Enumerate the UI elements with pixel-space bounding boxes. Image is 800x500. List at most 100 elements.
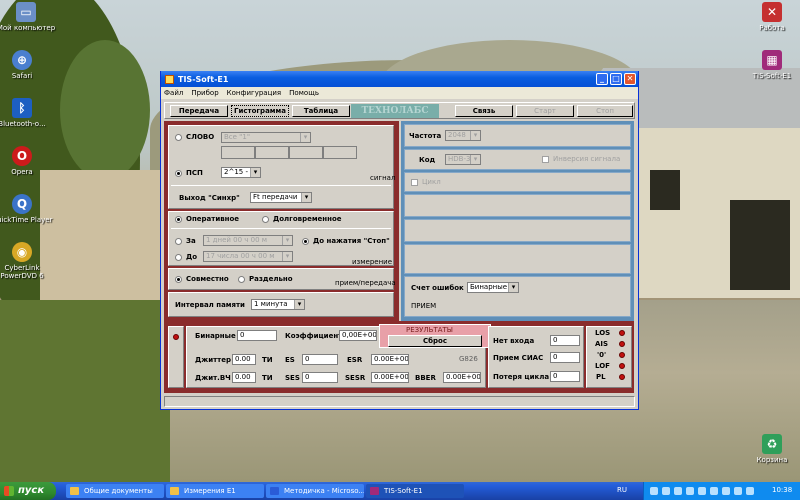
no-input-label: Нет входа	[493, 337, 535, 345]
word-cell-4[interactable]	[323, 146, 357, 159]
status-led	[173, 334, 179, 340]
cycle-checkbox[interactable]	[411, 179, 418, 186]
tab-table[interactable]: Таблица	[292, 105, 350, 117]
es-label: ES	[285, 356, 295, 364]
desktop-icon-label: Работа	[759, 24, 785, 32]
separate-radio[interactable]	[238, 276, 245, 283]
language-indicator[interactable]: RU	[617, 486, 627, 494]
code-row: Код HDB-3 Инверсия сигнала	[404, 149, 631, 170]
jitter-unit: TИ	[262, 356, 273, 364]
desktop-icon-powerdvd[interactable]: ◉ CyberLink PowerDVD 6	[0, 242, 54, 280]
memory-interval-select[interactable]: 1 минута	[251, 299, 305, 310]
binary-label: Бинарные	[195, 332, 236, 340]
wallpaper-wall	[40, 170, 160, 310]
taskbar: пуск Общие документы Измерения E1 Методи…	[0, 482, 800, 500]
error-count-label: Счет ошибок	[411, 284, 464, 292]
word-cell-2[interactable]	[255, 146, 289, 159]
desktop-icon-recycle-bin[interactable]: ♻ Корзина	[740, 434, 800, 464]
desktop-icon-bluetooth[interactable]: ᛒ Bluetooth-о...	[0, 98, 54, 128]
taskbar-item-measurements[interactable]: Измерения E1	[166, 484, 264, 498]
wallpaper-door	[730, 200, 790, 290]
folder-icon	[70, 487, 79, 495]
ses-label: SES	[285, 374, 300, 382]
system-tray: 10:38	[643, 482, 800, 500]
start-button[interactable]: Старт	[516, 105, 574, 117]
tray-icon[interactable]	[686, 487, 694, 495]
volume-icon[interactable]	[746, 487, 754, 495]
toolbar: Передача Гистограмма Таблица ТЕХНОЛАБС С…	[164, 102, 635, 119]
psp-select[interactable]: 2^15 - 1	[221, 167, 261, 178]
sync-output-label: Выход "Синхр"	[179, 194, 240, 202]
tab-transmit[interactable]: Передача	[170, 105, 228, 117]
es-value: 0	[302, 354, 338, 365]
menu-file[interactable]: Файл	[164, 89, 183, 97]
empty-row	[404, 194, 631, 217]
close-button[interactable]: ✕	[624, 73, 636, 85]
word-document-icon	[270, 487, 279, 495]
folder-icon	[170, 487, 179, 495]
taskbar-item-tis-soft[interactable]: TIS-Soft-E1	[366, 484, 464, 498]
desktop-icon-work[interactable]: ✕ Работа	[740, 2, 800, 32]
invert-signal-label: Инверсия сигнала	[553, 155, 621, 163]
for-duration-select[interactable]: 1 дней 00 ч 00 м	[203, 235, 293, 246]
minimize-button[interactable]: _	[596, 73, 608, 85]
desktop-icon-safari[interactable]: ⊕ Safari	[0, 50, 54, 80]
menu-device[interactable]: Прибор	[191, 89, 218, 97]
code-label: Код	[419, 156, 436, 164]
until-stop-radio[interactable]	[302, 238, 309, 245]
error-count-select[interactable]: Бинарные	[467, 282, 519, 293]
powerdvd-icon: ◉	[12, 242, 32, 262]
mode-group: Совместно Раздельно прием/передача	[168, 268, 396, 290]
tray-icon[interactable]	[662, 487, 670, 495]
tray-icon[interactable]	[722, 487, 730, 495]
for-radio[interactable]	[175, 238, 182, 245]
window-titlebar[interactable]: TIS-Soft-E1 _ □ ✕	[161, 71, 638, 87]
tab-histogram[interactable]: Гистограмма	[231, 105, 289, 117]
stop-button[interactable]: Стоп	[577, 105, 633, 117]
sync-output-select[interactable]: Ft передачи	[250, 192, 312, 203]
until-radio[interactable]	[175, 254, 182, 261]
bber-value: 0.00E+00	[443, 372, 481, 383]
connect-button[interactable]: Связь	[455, 105, 513, 117]
tray-icon[interactable]	[710, 487, 718, 495]
tray-icon[interactable]	[650, 487, 658, 495]
longterm-radio[interactable]	[262, 216, 269, 223]
alarm-indicators: LOS AIS '0' LOF PL	[586, 326, 632, 388]
desktop-icon-opera[interactable]: O Opera	[0, 146, 54, 176]
tray-icon[interactable]	[698, 487, 706, 495]
word-radio[interactable]	[175, 134, 182, 141]
status-bar	[164, 396, 635, 407]
word-cell-1[interactable]	[221, 146, 255, 159]
menu-bar: Файл Прибор Конфигурация Помощь	[161, 87, 638, 99]
word-select[interactable]: Все "1"	[221, 132, 311, 143]
tray-icon[interactable]	[674, 487, 682, 495]
frequency-select[interactable]: 2048	[445, 130, 481, 141]
reset-button[interactable]: Сброс	[388, 335, 482, 347]
desktop-icon-my-computer[interactable]: ▭ Мой компьютер	[0, 2, 58, 32]
tools-icon: ✕	[762, 2, 782, 22]
desktop-icon-tis-soft[interactable]: ▦ TIS-Soft-E1	[740, 50, 800, 80]
start-button[interactable]: пуск	[0, 482, 56, 500]
operative-label: Оперативное	[186, 215, 240, 223]
empty-row	[404, 219, 631, 242]
maximize-button[interactable]: □	[610, 73, 622, 85]
code-select[interactable]: HDB-3	[445, 154, 481, 165]
invert-signal-checkbox[interactable]	[542, 156, 549, 163]
desktop-icon-quicktime[interactable]: Q QuickTime Player	[0, 194, 54, 224]
desktop-icon-label: Safari	[11, 72, 33, 80]
together-radio[interactable]	[175, 276, 182, 283]
operative-radio[interactable]	[175, 216, 182, 223]
jitter-hf-label: Джит.ВЧ	[195, 374, 231, 382]
word-cell-3[interactable]	[289, 146, 323, 159]
menu-help[interactable]: Помощь	[289, 89, 319, 97]
taskbar-item-word-doc[interactable]: Методичка - Microso...	[266, 484, 364, 498]
psp-radio[interactable]	[175, 170, 182, 177]
until-date-select[interactable]: 17 числа 00 ч 00 м	[203, 251, 293, 262]
desktop-icon-label: QuickTime Player	[0, 216, 53, 224]
menu-configuration[interactable]: Конфигурация	[227, 89, 281, 97]
cycle-loss-label: Потеря цикла	[493, 373, 550, 381]
clock[interactable]: 10:38	[772, 486, 792, 494]
tray-icon[interactable]	[734, 487, 742, 495]
frequency-label: Частота	[409, 132, 442, 140]
taskbar-item-shared-docs[interactable]: Общие документы	[66, 484, 164, 498]
